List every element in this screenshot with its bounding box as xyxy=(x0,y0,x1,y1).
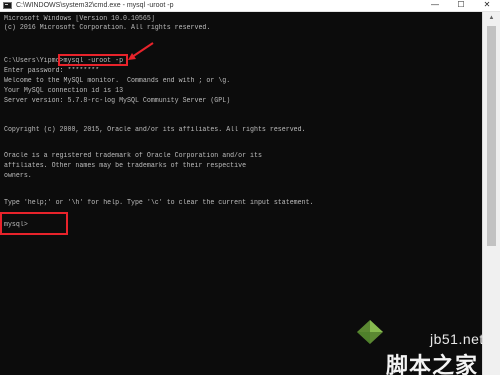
console-line: Oracle is a registered trademark of Orac… xyxy=(4,152,262,160)
minimize-button[interactable]: — xyxy=(422,0,448,11)
annotation-box-mysql-command xyxy=(58,54,128,66)
cmd-window: C:\WINDOWS\system32\cmd.exe - mysql -uro… xyxy=(0,0,500,379)
console-line: Type 'help;' or '\h' for help. Type '\c'… xyxy=(4,199,314,207)
console-line: Microsoft Windows [Version 10.0.10565] xyxy=(4,15,155,23)
scrollbar-thumb[interactable] xyxy=(487,26,496,246)
watermark-logo-icon xyxy=(357,320,383,344)
console-line: Your MySQL connection id is 13 xyxy=(4,87,124,95)
console-line: Welcome to the MySQL monitor. Commands e… xyxy=(4,77,231,85)
console-line: Server version: 5.7.8-rc-log MySQL Commu… xyxy=(4,97,231,105)
scroll-up-arrow-icon[interactable]: ▲ xyxy=(483,12,500,24)
console-line: (c) 2016 Microsoft Corporation. All righ… xyxy=(4,24,211,32)
console-line: affiliates. Other names may be trademark… xyxy=(4,162,247,170)
watermark-name: 脚本之家 xyxy=(386,354,479,379)
annotation-arrow-icon xyxy=(128,42,154,60)
console-app-icon xyxy=(3,2,12,9)
watermark-site: jb51.net xyxy=(430,331,484,347)
console-line: Copyright (c) 2000, 2015, Oracle and/or … xyxy=(4,126,306,134)
close-button[interactable]: ✕ xyxy=(474,0,500,11)
console-line: owners. xyxy=(4,172,32,180)
watermark: jb51.net 脚本之家 xyxy=(355,318,500,379)
window-controls: — ☐ ✕ xyxy=(422,0,500,11)
console-line: Enter password: ******** xyxy=(4,67,100,75)
title-bar[interactable]: C:\WINDOWS\system32\cmd.exe - mysql -uro… xyxy=(0,0,500,12)
window-title: C:\WINDOWS\system32\cmd.exe - mysql -uro… xyxy=(16,2,174,9)
annotation-box-mysql-prompt xyxy=(0,212,68,235)
maximize-button[interactable]: ☐ xyxy=(448,0,474,11)
